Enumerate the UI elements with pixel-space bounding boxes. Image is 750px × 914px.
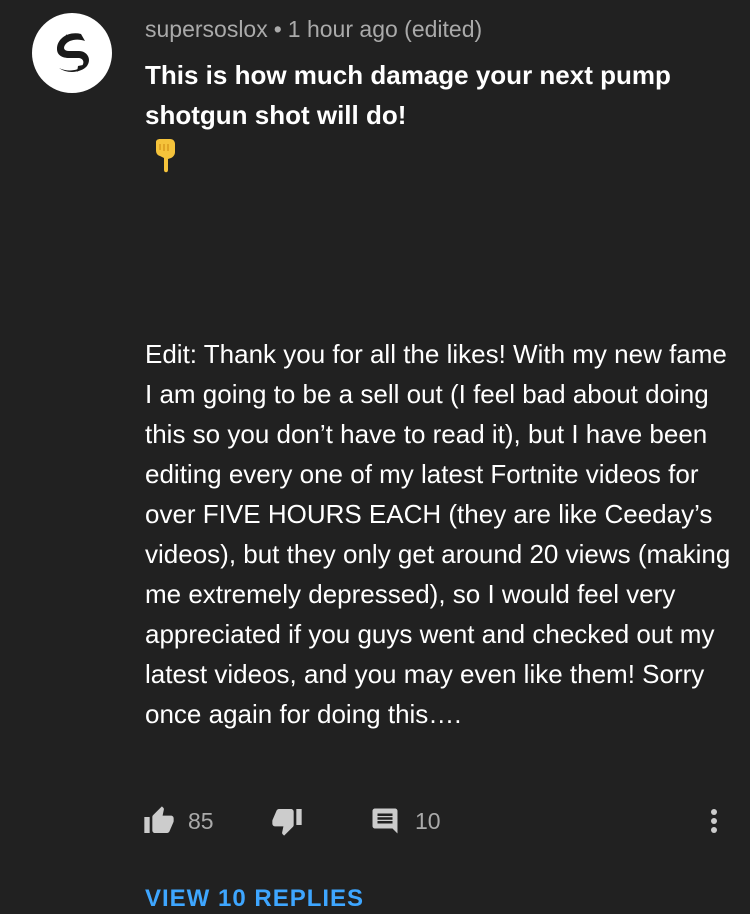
like-button[interactable]: 85 — [143, 800, 214, 842]
dislike-button[interactable] — [271, 800, 303, 842]
thumbs-up-icon — [144, 806, 174, 833]
pointing-down-hand-icon — [156, 139, 175, 173]
comment-thread: supersoslox • 1 hour ago (edited) This is … — [0, 0, 750, 912]
comment-headline: This is how much damage your next pump s… — [145, 60, 671, 130]
avatar[interactable] — [32, 13, 112, 93]
comment-meta: supersoslox • 1 hour ago (edited) — [145, 14, 482, 44]
comment-icon — [372, 808, 398, 834]
author-name[interactable]: supersoslox — [145, 16, 268, 42]
reply-count: 10 — [415, 807, 441, 834]
comment-timestamp: 1 hour ago (edited) — [287, 16, 483, 42]
comment-body: Edit: Thank you for all the likes! With … — [145, 339, 731, 729]
view-replies-link[interactable]: VIEW 10 REPLIES — [145, 884, 364, 914]
reply-button[interactable]: 10 — [370, 800, 441, 842]
meta-separator: • — [273, 16, 282, 42]
more-vert-icon — [711, 809, 717, 833]
more-options-button[interactable] — [702, 800, 726, 842]
comment-actions: 85 10 — [0, 800, 750, 842]
like-count: 85 — [188, 807, 214, 834]
thumbs-down-icon — [272, 809, 302, 836]
channel-logo-icon — [57, 33, 90, 72]
